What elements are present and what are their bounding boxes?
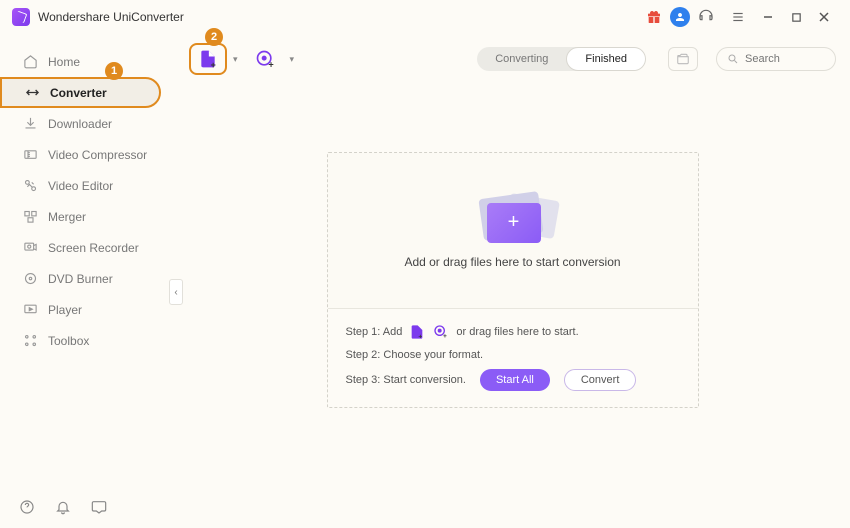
convert-button[interactable]: Convert	[564, 369, 637, 391]
sidebar-item-label: Converter	[50, 86, 107, 100]
sidebar-item-label: Downloader	[48, 117, 112, 131]
steps-panel: Step 1: Add + + or drag files here to st…	[328, 308, 698, 407]
close-button[interactable]	[813, 6, 835, 28]
search-input[interactable]	[745, 53, 825, 65]
start-all-button[interactable]: Start All	[480, 369, 550, 391]
add-file-caret-icon[interactable]: ▾	[233, 54, 238, 65]
toolbar: + ▾ + ▾ Converting Finished	[175, 34, 850, 84]
dropzone[interactable]: + Add or drag files here to start conver…	[327, 152, 699, 408]
dropzone-top[interactable]: + Add or drag files here to start conver…	[328, 153, 698, 308]
sidebar-item-converter[interactable]: Converter	[0, 77, 161, 108]
tab-group: Converting Finished	[477, 47, 646, 71]
app-title: Wondershare UniConverter	[38, 10, 184, 24]
sidebar-item-editor[interactable]: Video Editor	[0, 170, 175, 201]
collapse-sidebar-button[interactable]: ‹	[169, 279, 183, 305]
annotation-badge-2: 2	[205, 28, 223, 46]
step1-label-b: or drag files here to start.	[456, 326, 578, 338]
add-dvd-mini-icon[interactable]: +	[432, 323, 450, 341]
sidebar-item-downloader[interactable]: Downloader	[0, 108, 175, 139]
feedback-icon[interactable]	[90, 498, 108, 516]
step-3: Step 3: Start conversion. Start All Conv…	[346, 369, 680, 391]
svg-text:+: +	[268, 59, 273, 69]
svg-text:+: +	[443, 333, 447, 340]
menu-icon[interactable]	[728, 7, 748, 27]
sidebar-item-label: Screen Recorder	[48, 241, 139, 255]
sidebar-item-player[interactable]: Player	[0, 294, 175, 325]
sidebar-item-recorder[interactable]: Screen Recorder	[0, 232, 175, 263]
sidebar-item-label: Merger	[48, 210, 86, 224]
step3-label: Step 3: Start conversion.	[346, 374, 466, 386]
maximize-button[interactable]	[785, 6, 807, 28]
sidebar-item-dvd[interactable]: DVD Burner	[0, 263, 175, 294]
sidebar-item-home[interactable]: Home	[0, 46, 175, 77]
gift-icon[interactable]	[644, 7, 664, 27]
converter-icon	[24, 85, 40, 101]
sidebar-item-label: Home	[48, 55, 80, 69]
sidebar-item-label: Toolbox	[48, 334, 89, 348]
content: + Add or drag files here to start conver…	[175, 84, 850, 528]
annotation-badge-1: 1	[105, 62, 123, 80]
app-logo-icon	[12, 8, 30, 26]
toolbox-icon	[22, 333, 38, 349]
tab-converting[interactable]: Converting	[477, 47, 566, 71]
add-dvd-button[interactable]: +	[246, 43, 284, 75]
sidebar: Home Converter Downloader Video Compress…	[0, 34, 175, 528]
tab-finished[interactable]: Finished	[566, 47, 646, 71]
dvd-icon	[22, 271, 38, 287]
sidebar-item-label: Video Compressor	[48, 148, 147, 162]
support-icon[interactable]	[696, 7, 716, 27]
search-icon	[727, 53, 739, 65]
recorder-icon	[22, 240, 38, 256]
step2-label: Step 2: Choose your format.	[346, 349, 484, 361]
player-icon	[22, 302, 38, 318]
step1-label-a: Step 1: Add	[346, 326, 403, 338]
home-icon	[22, 54, 38, 70]
minimize-button[interactable]	[757, 6, 779, 28]
dropzone-text: Add or drag files here to start conversi…	[404, 255, 620, 269]
main-area: + ▾ + ▾ Converting Finished	[175, 34, 850, 528]
sidebar-item-toolbox[interactable]: Toolbox	[0, 325, 175, 356]
svg-text:+: +	[419, 334, 423, 340]
compressor-icon	[22, 147, 38, 163]
sidebar-bottom	[0, 486, 175, 528]
add-dvd-caret-icon[interactable]: ▾	[290, 54, 295, 65]
sidebar-item-merger[interactable]: Merger	[0, 201, 175, 232]
add-file-button[interactable]: +	[189, 43, 227, 75]
merger-icon	[22, 209, 38, 225]
sidebar-item-label: Video Editor	[48, 179, 113, 193]
help-icon[interactable]	[18, 498, 36, 516]
titlebar: Wondershare UniConverter	[0, 0, 850, 34]
notification-icon[interactable]	[54, 498, 72, 516]
folder-add-icon: +	[473, 193, 553, 243]
sidebar-item-label: DVD Burner	[48, 272, 113, 286]
editor-icon	[22, 178, 38, 194]
sidebar-item-label: Player	[48, 303, 82, 317]
add-file-mini-icon[interactable]: +	[408, 323, 426, 341]
sidebar-item-compressor[interactable]: Video Compressor	[0, 139, 175, 170]
user-avatar-icon[interactable]	[670, 7, 690, 27]
downloader-icon	[22, 116, 38, 132]
step-1: Step 1: Add + + or drag files here to st…	[346, 323, 680, 341]
search-box[interactable]	[716, 47, 836, 71]
step-2: Step 2: Choose your format.	[346, 349, 680, 361]
output-folder-button[interactable]	[668, 47, 698, 71]
svg-text:+: +	[211, 60, 216, 70]
